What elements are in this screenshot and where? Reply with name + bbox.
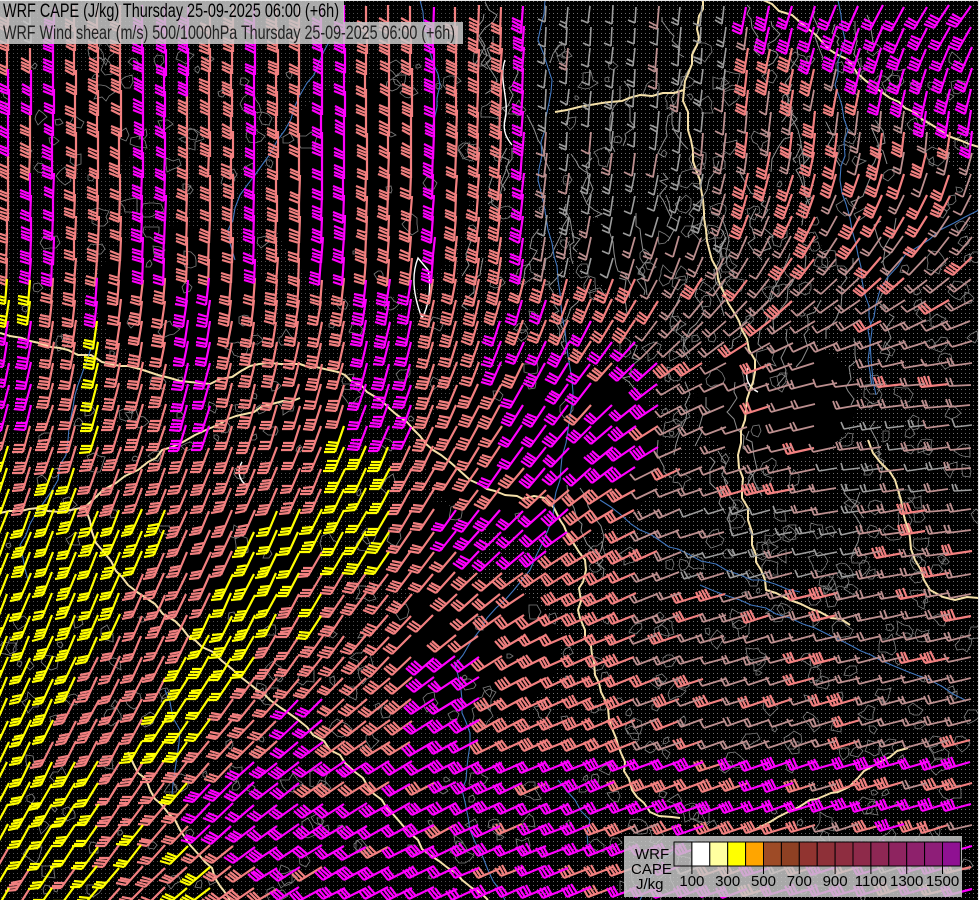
svg-text:500: 500 — [751, 873, 776, 890]
svg-text:WRF Wind shear (m/s) 500/1000h: WRF Wind shear (m/s) 500/1000hPa Thursda… — [3, 23, 455, 44]
svg-text:1300: 1300 — [890, 873, 923, 890]
svg-text:1100: 1100 — [855, 873, 887, 890]
svg-text:300: 300 — [715, 873, 740, 890]
svg-text:J/kg: J/kg — [636, 876, 664, 893]
svg-text:WRF CAPE (J/kg) Thursday 25-09: WRF CAPE (J/kg) Thursday 25-09-2025 06:0… — [3, 1, 339, 22]
svg-text:900: 900 — [823, 873, 848, 890]
svg-text:1500: 1500 — [926, 873, 959, 890]
svg-text:100: 100 — [679, 873, 704, 890]
svg-text:700: 700 — [787, 873, 812, 890]
